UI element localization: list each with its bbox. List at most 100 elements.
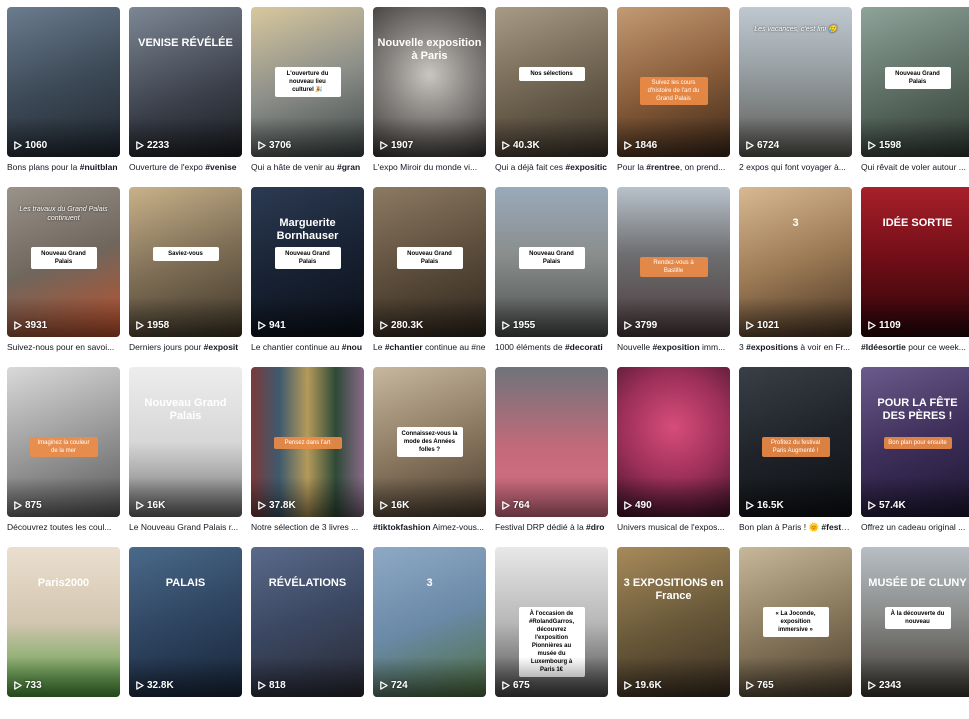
video-caption[interactable]: Suivez-nous pour en savoi...	[7, 342, 120, 353]
video-caption[interactable]: 1000 éléments de #decorati	[495, 342, 608, 353]
video-caption[interactable]: Festival DRP dédié à la #dro	[495, 522, 608, 533]
video-thumbnail[interactable]: 1060	[7, 7, 120, 157]
video-card[interactable]: 3 724	[373, 547, 486, 719]
video-thumbnail[interactable]: Nouveau Grand Palais 280.3K	[373, 187, 486, 337]
video-thumbnail[interactable]: 3 724	[373, 547, 486, 697]
video-caption[interactable]: Offrez un cadeau original ...	[861, 522, 969, 533]
video-card[interactable]: Nouveau Grand Palais 16K Le Nouveau Grand …	[129, 367, 242, 539]
video-card[interactable]: Nouvelle exposition à Paris 1907 L'expo Mi…	[373, 7, 486, 179]
video-thumbnail[interactable]: 3 EXPOSITIONS en France 19.6K	[617, 547, 730, 697]
video-card[interactable]: Nouveau Grand Palais 280.3K Le #chantier c…	[373, 187, 486, 359]
video-thumbnail[interactable]: Nouveau Grand Palais 1955	[495, 187, 608, 337]
video-card[interactable]: VENISE RÉVÉLÉE 2233 Ouverture de l'expo #v…	[129, 7, 242, 179]
video-caption[interactable]: 2 expos qui font voyager à...	[739, 162, 852, 173]
caption-hashtag[interactable]: #decorati	[565, 342, 603, 352]
video-thumbnail[interactable]: Marguerite Bornhauser Nouveau Grand Palai…	[251, 187, 364, 337]
caption-hashtag[interactable]: #gran	[337, 162, 360, 172]
video-card[interactable]: L'ouverture du nouveau lieu culturel 🎉 37…	[251, 7, 364, 179]
video-thumbnail[interactable]: Nouvelle exposition à Paris 1907	[373, 7, 486, 157]
video-caption[interactable]: Qui rêvait de voler autour ...	[861, 162, 969, 173]
video-thumbnail[interactable]: Imaginez la couleur de la mer 875	[7, 367, 120, 517]
video-card[interactable]: Marguerite Bornhauser Nouveau Grand Palai…	[251, 187, 364, 359]
video-thumbnail[interactable]: VENISE RÉVÉLÉE 2233	[129, 7, 242, 157]
video-card[interactable]: PALAIS 32.8K	[129, 547, 242, 719]
video-card[interactable]: Saviez-vous 1958 Derniers jours pour #expo…	[129, 187, 242, 359]
video-thumbnail[interactable]: Suivez les cours d'histoire de l'art du …	[617, 7, 730, 157]
video-thumbnail[interactable]: RÉVÉLATIONS 818	[251, 547, 364, 697]
video-card[interactable]: Les vacances, c'est fini 🥲 6724 2 expos qu…	[739, 7, 852, 179]
video-card[interactable]: Nouveau Grand Palais 1598 Qui rêvait de vo…	[861, 7, 969, 179]
caption-hashtag[interactable]: #Idéesortie	[861, 342, 906, 352]
caption-hashtag[interactable]: #nou	[342, 342, 362, 352]
video-thumbnail[interactable]: 3 1021	[739, 187, 852, 337]
video-caption[interactable]: Bons plans pour la #nuitblan	[7, 162, 120, 173]
video-thumbnail[interactable]: MUSÉE DE CLUNY À la découverte du nouveau…	[861, 547, 969, 697]
video-card[interactable]: POUR LA FÊTE DES PÈRES ! Bon plan pour en…	[861, 367, 969, 539]
video-caption[interactable]: Pour la #rentree, on prend...	[617, 162, 730, 173]
video-card[interactable]: « La Joconde, exposition immersive » 765	[739, 547, 852, 719]
video-thumbnail[interactable]: À l'occasion de #RolandGarros, découvrez…	[495, 547, 608, 697]
video-thumbnail[interactable]: Les travaux du Grand Palais continuent No…	[7, 187, 120, 337]
caption-hashtag[interactable]: #rentree	[646, 162, 680, 172]
video-thumbnail[interactable]: 764	[495, 367, 608, 517]
video-thumbnail[interactable]: Nouveau Grand Palais 16K	[129, 367, 242, 517]
caption-hashtag[interactable]: #chantier	[385, 342, 423, 352]
caption-hashtag[interactable]: #nuitblan	[80, 162, 118, 172]
caption-hashtag[interactable]: #venise	[205, 162, 236, 172]
video-caption[interactable]: #tiktokfashion Aimez-vous...	[373, 522, 486, 533]
video-caption[interactable]: Notre sélection de 3 livres ...	[251, 522, 364, 533]
video-card[interactable]: 764 Festival DRP dédié à la #dro	[495, 367, 608, 539]
video-caption[interactable]: Le #chantier continue au #ne	[373, 342, 486, 353]
caption-hashtag[interactable]: #expositions	[746, 342, 798, 352]
video-caption[interactable]: #Idéesortie pour ce week...	[861, 342, 969, 353]
caption-hashtag[interactable]: #exposit	[204, 342, 239, 352]
caption-hashtag[interactable]: #tiktokfashion	[373, 522, 431, 532]
caption-hashtag[interactable]: #festiva	[821, 522, 852, 532]
video-caption[interactable]: 3 #expositions à voir en Fr...	[739, 342, 852, 353]
video-card[interactable]: Paris2000 733	[7, 547, 120, 719]
video-card[interactable]: Suivez les cours d'histoire de l'art du …	[617, 7, 730, 179]
video-caption[interactable]: Qui a hâte de venir au #gran	[251, 162, 364, 173]
video-card[interactable]: Connaissez-vous la mode des Années folle…	[373, 367, 486, 539]
video-thumbnail[interactable]: PALAIS 32.8K	[129, 547, 242, 697]
video-caption[interactable]: Nouvelle #exposition imm...	[617, 342, 730, 353]
video-thumbnail[interactable]: Nouveau Grand Palais 1598	[861, 7, 969, 157]
video-caption[interactable]: Ouverture de l'expo #venise	[129, 162, 242, 173]
video-card[interactable]: MUSÉE DE CLUNY À la découverte du nouveau…	[861, 547, 969, 719]
video-thumbnail[interactable]: Connaissez-vous la mode des Années folle…	[373, 367, 486, 517]
caption-hashtag[interactable]: #expositic	[565, 162, 607, 172]
video-card[interactable]: Pensez dans l'art 37.8K Notre sélection de…	[251, 367, 364, 539]
video-thumbnail[interactable]: 490	[617, 367, 730, 517]
video-card[interactable]: Nouveau Grand Palais 1955 1000 éléments de…	[495, 187, 608, 359]
video-thumbnail[interactable]: Les vacances, c'est fini 🥲 6724	[739, 7, 852, 157]
video-thumbnail[interactable]: Pensez dans l'art 37.8K	[251, 367, 364, 517]
video-thumbnail[interactable]: Profitez du festival Paris Augmenté ! 16.…	[739, 367, 852, 517]
video-caption[interactable]: Découvrez toutes les coul...	[7, 522, 120, 533]
video-card[interactable]: 490 Univers musical de l'expos...	[617, 367, 730, 539]
video-thumbnail[interactable]: Rendez-vous à Bastille 3799	[617, 187, 730, 337]
video-card[interactable]: Rendez-vous à Bastille 3799 Nouvelle #expo…	[617, 187, 730, 359]
video-card[interactable]: Imaginez la couleur de la mer 875 Découvre…	[7, 367, 120, 539]
video-caption[interactable]: Univers musical de l'expos...	[617, 522, 730, 533]
video-card[interactable]: 3 EXPOSITIONS en France 19.6K	[617, 547, 730, 719]
video-thumbnail[interactable]: Saviez-vous 1958	[129, 187, 242, 337]
video-caption[interactable]: Le Nouveau Grand Palais r...	[129, 522, 242, 533]
video-thumbnail[interactable]: Paris2000 733	[7, 547, 120, 697]
video-card[interactable]: Nos sélections 40.3K Qui a déjà fait ces #…	[495, 7, 608, 179]
video-card[interactable]: 1060 Bons plans pour la #nuitblan	[7, 7, 120, 179]
video-card[interactable]: RÉVÉLATIONS 818	[251, 547, 364, 719]
video-card[interactable]: À l'occasion de #RolandGarros, découvrez…	[495, 547, 608, 719]
video-card[interactable]: IDÉE SORTIE 1109 #Idéesortie pour ce week.…	[861, 187, 969, 359]
video-thumbnail[interactable]: « La Joconde, exposition immersive » 765	[739, 547, 852, 697]
video-card[interactable]: Les travaux du Grand Palais continuent No…	[7, 187, 120, 359]
video-caption[interactable]: Qui a déjà fait ces #expositic	[495, 162, 608, 173]
video-card[interactable]: Profitez du festival Paris Augmenté ! 16.…	[739, 367, 852, 539]
caption-hashtag[interactable]: #exposition	[652, 342, 699, 352]
video-thumbnail[interactable]: POUR LA FÊTE DES PÈRES ! Bon plan pour en…	[861, 367, 969, 517]
video-caption[interactable]: Le chantier continue au #nou	[251, 342, 364, 353]
video-thumbnail[interactable]: IDÉE SORTIE 1109	[861, 187, 969, 337]
video-thumbnail[interactable]: Nos sélections 40.3K	[495, 7, 608, 157]
video-card[interactable]: 3 1021 3 #expositions à voir en Fr...	[739, 187, 852, 359]
video-caption[interactable]: Derniers jours pour #exposit	[129, 342, 242, 353]
video-thumbnail[interactable]: L'ouverture du nouveau lieu culturel 🎉 37…	[251, 7, 364, 157]
